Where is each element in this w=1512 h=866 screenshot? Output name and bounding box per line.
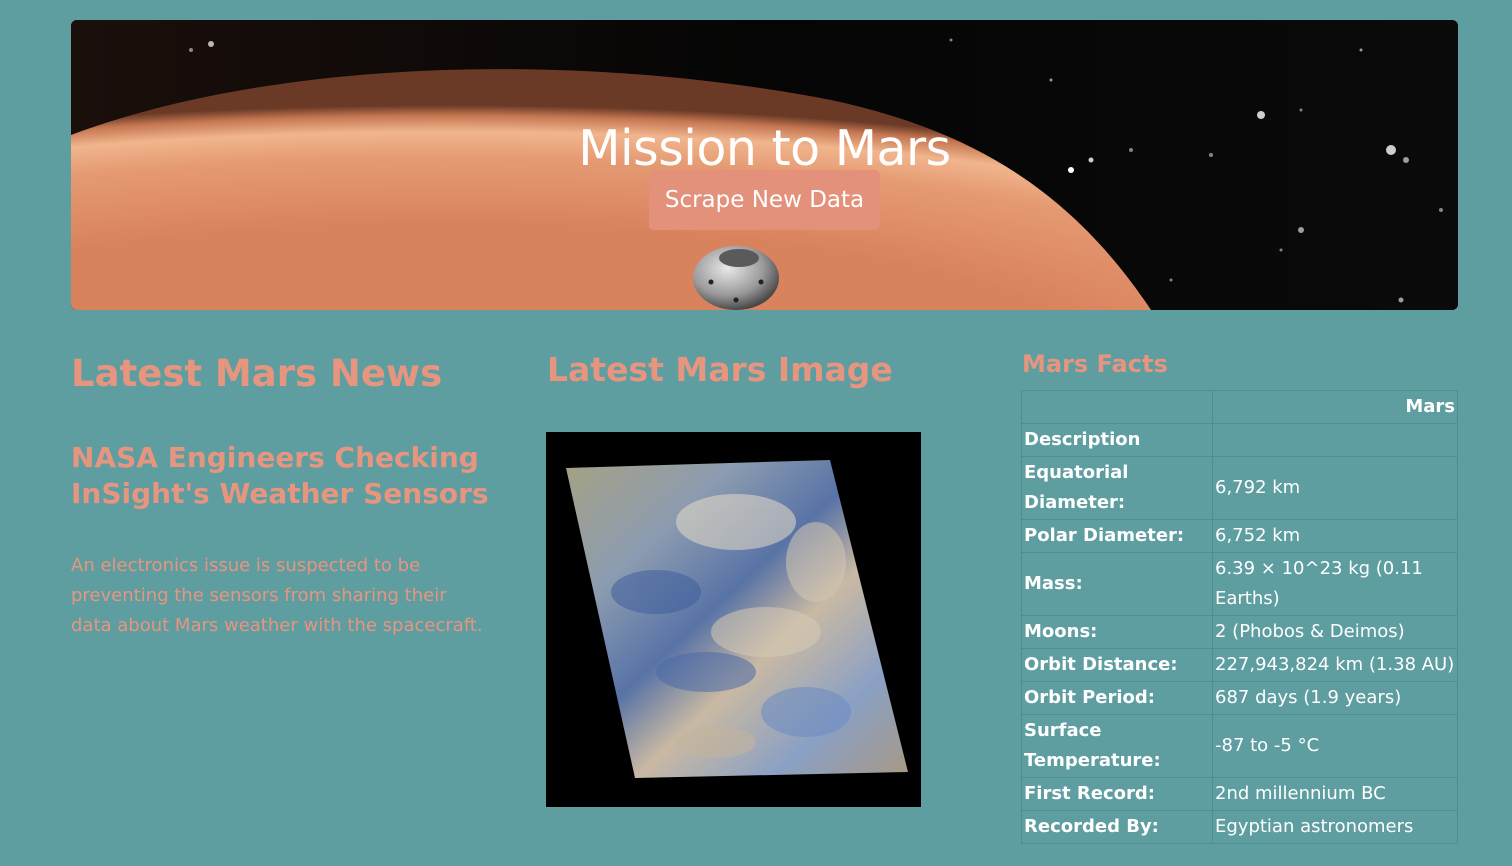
row-label: First Record: xyxy=(1021,777,1213,811)
news-teaser: An electronics issue is suspected to be … xyxy=(71,555,483,636)
row-label: Recorded By: xyxy=(1021,810,1213,844)
image-section-title: Latest Mars Image xyxy=(547,350,893,389)
lander-capsule-icon xyxy=(693,246,779,310)
row-value: -87 to -5 °C xyxy=(1212,714,1458,778)
row-label: Description xyxy=(1021,423,1213,457)
news-section-title: Latest Mars News xyxy=(71,352,443,395)
table-row: Surface Temperature: -87 to -5 °C xyxy=(1021,714,1458,778)
row-value: 227,943,824 km (1.38 AU) xyxy=(1212,648,1458,682)
row-value xyxy=(1212,423,1458,457)
table-row: Recorded By: Egyptian astronomers xyxy=(1021,810,1458,844)
featured-mars-image[interactable] xyxy=(546,432,921,807)
table-header-row: Mars xyxy=(1021,390,1458,424)
row-label: Orbit Distance: xyxy=(1021,648,1213,682)
table-row: Moons: 2 (Phobos & Deimos) xyxy=(1021,615,1458,649)
row-value: 2 (Phobos & Deimos) xyxy=(1212,615,1458,649)
table-row: Equatorial Diameter: 6,792 km xyxy=(1021,456,1458,520)
row-value: Egyptian astronomers xyxy=(1212,810,1458,844)
row-label: Equatorial Diameter: xyxy=(1021,456,1213,520)
scrape-new-data-button[interactable]: Scrape New Data xyxy=(649,170,880,230)
row-value: 6,752 km xyxy=(1212,519,1458,553)
table-row: Mass: 6.39 × 10^23 kg (0.11 Earths) xyxy=(1021,552,1458,616)
facts-section-title: Mars Facts xyxy=(1022,350,1168,378)
row-value: 6,792 km xyxy=(1212,456,1458,520)
row-label: Moons: xyxy=(1021,615,1213,649)
table-row: Orbit Period: 687 days (1.9 years) xyxy=(1021,681,1458,715)
table-corner-cell xyxy=(1021,390,1213,424)
row-label: Surface Temperature: xyxy=(1021,714,1213,778)
table-row: Description xyxy=(1021,423,1458,457)
table-row: First Record: 2nd millennium BC xyxy=(1021,777,1458,811)
mars-facts-table: Mars Description Equatorial Diameter: 6,… xyxy=(1021,390,1458,844)
mars-surface-image xyxy=(546,432,921,807)
row-value: 2nd millennium BC xyxy=(1212,777,1458,811)
row-label: Orbit Period: xyxy=(1021,681,1213,715)
row-value: 687 days (1.9 years) xyxy=(1212,681,1458,715)
table-row: Orbit Distance: 227,943,824 km (1.38 AU) xyxy=(1021,648,1458,682)
hero-banner: Mission to Mars Scrape New Data xyxy=(71,20,1458,310)
news-headline: NASA Engineers Checking InSight's Weathe… xyxy=(71,441,489,510)
table-row: Polar Diameter: 6,752 km xyxy=(1021,519,1458,553)
row-label: Polar Diameter: xyxy=(1021,519,1213,553)
column-header-mars: Mars xyxy=(1212,390,1458,424)
row-label: Mass: xyxy=(1021,552,1213,616)
page-title: Mission to Mars xyxy=(578,120,951,177)
row-value: 6.39 × 10^23 kg (0.11 Earths) xyxy=(1212,552,1458,616)
